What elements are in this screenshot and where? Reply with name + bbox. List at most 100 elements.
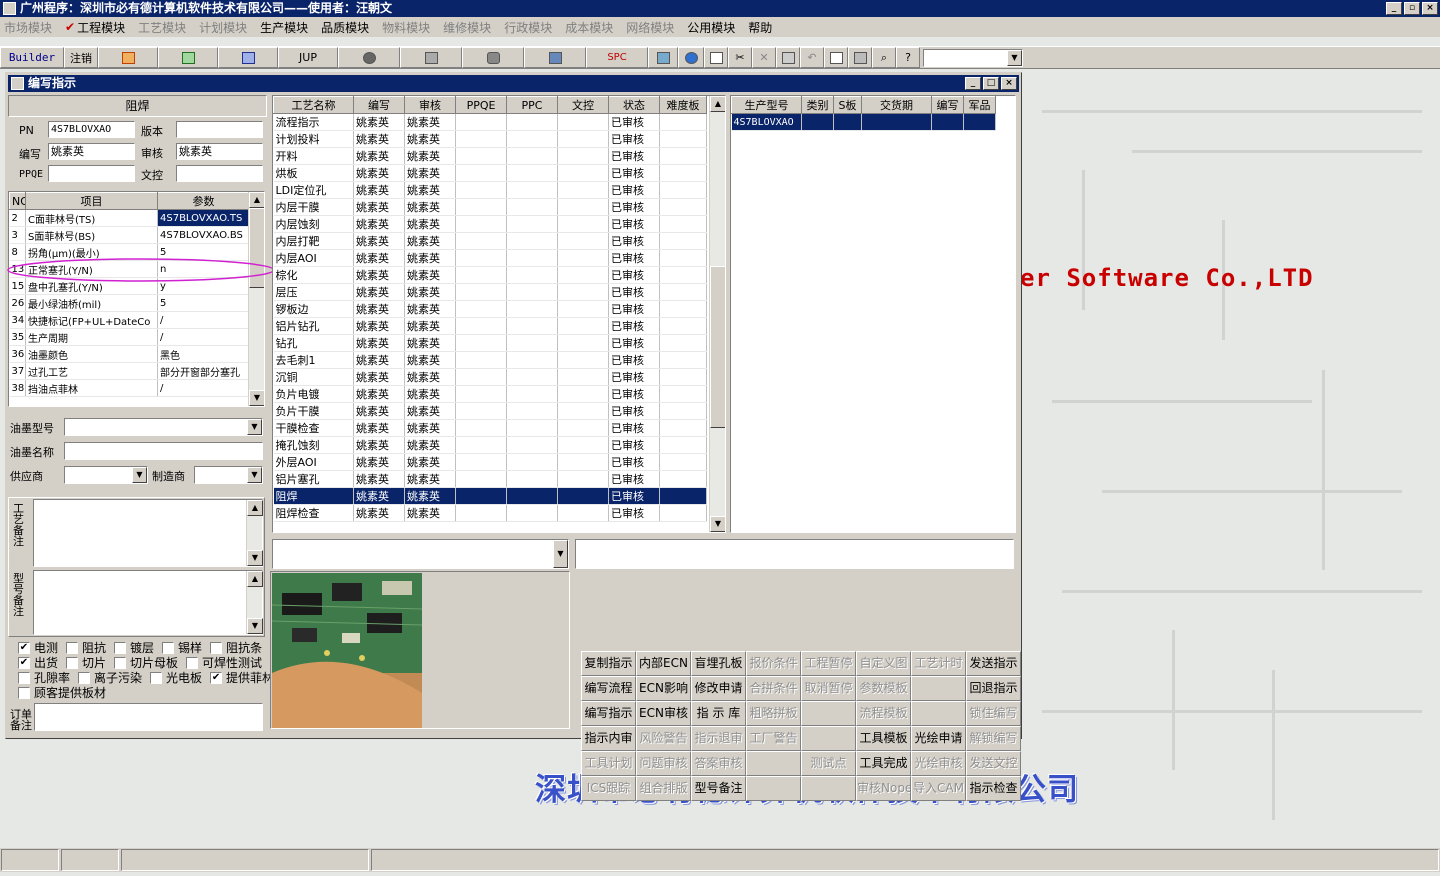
table-row[interactable]: 铝片钻孔 姚素英 姚素英 已审核 [273, 317, 707, 335]
table-row[interactable]: 棕化 姚素英 姚素英 已审核 [273, 266, 707, 284]
table-row[interactable]: 34 快捷标记(FP+UL+DateCo / [9, 311, 250, 329]
action-button[interactable]: 工具完成 [856, 751, 911, 776]
message-input[interactable] [575, 539, 1014, 569]
help-icon[interactable]: ? [896, 47, 920, 68]
table-row[interactable]: 阻焊检查 姚素英 姚素英 已审核 [273, 504, 707, 522]
action-button[interactable]: ECN审核 [636, 701, 691, 726]
table-row[interactable]: 去毛刺1 姚素英 姚素英 已审核 [273, 351, 707, 369]
version-field[interactable] [176, 121, 263, 138]
model-note-textarea[interactable]: ▲ ▼ [33, 570, 263, 635]
logout-button[interactable]: 注销 [64, 47, 98, 68]
menu-item[interactable]: 市场模块 [4, 19, 52, 36]
action-button[interactable]: 指示内审 [581, 726, 636, 751]
table-row[interactable]: 26 最小绿油桥(mil) 5 [9, 294, 250, 312]
table-row[interactable]: 锣板边 姚素英 姚素英 已审核 [273, 300, 707, 318]
column-header[interactable]: 编写 [353, 96, 405, 114]
menu-item[interactable]: 帮助 [748, 19, 772, 36]
checkbox[interactable]: ✔ [210, 671, 223, 684]
menu-item[interactable]: 品质模块 [321, 19, 369, 36]
print-icon[interactable] [848, 47, 872, 68]
column-header[interactable]: S板 [833, 96, 862, 114]
scroll-down-icon[interactable]: ▼ [710, 516, 725, 532]
table-row[interactable]: 3 S面菲林号(BS) 4S7BLOVXAO.BS [9, 226, 250, 244]
table-row[interactable]: 层压 姚素英 姚素英 已审核 [273, 283, 707, 301]
table-row[interactable]: 4S7BLOVXAO [731, 113, 996, 131]
checkbox[interactable] [18, 671, 30, 684]
table-row[interactable]: 内层蚀刻 姚素英 姚素英 已审核 [273, 215, 707, 233]
column-header[interactable]: 编写 [931, 96, 964, 114]
checkbox[interactable]: ✔ [18, 656, 30, 669]
ink-name-field[interactable] [64, 442, 263, 460]
process-table-scrollbar[interactable]: ▲ ▼ [709, 96, 725, 532]
table-row[interactable]: 内层打靶 姚素英 姚素英 已审核 [273, 232, 707, 250]
action-button[interactable]: 指 示 库 [691, 701, 746, 726]
dcc-field[interactable] [176, 165, 263, 182]
checkbox[interactable] [18, 686, 30, 699]
calculator-icon[interactable] [648, 47, 678, 68]
table-row[interactable]: 36 油墨颜色 黑色 [9, 345, 250, 363]
action-button[interactable]: 编写指示 [581, 701, 636, 726]
table-row[interactable]: 负片电镀 姚素英 姚素英 已审核 [273, 385, 707, 403]
process-note-textarea[interactable]: ▲ ▼ [33, 499, 263, 567]
action-button[interactable]: 内部ECN [636, 651, 691, 676]
window-close-button[interactable]: × [1001, 77, 1017, 90]
table-row[interactable]: 钻孔 姚素英 姚素英 已审核 [273, 334, 707, 352]
jup-button[interactable]: JUP [278, 47, 338, 68]
action-button[interactable]: 型号备注 [691, 776, 746, 801]
eye-icon[interactable] [338, 47, 400, 68]
table-row[interactable]: 38 挡油点菲林 / [9, 379, 250, 397]
action-button[interactable]: 光绘申请 [911, 726, 966, 751]
scroll-down-icon[interactable]: ▼ [247, 550, 263, 566]
menu-item[interactable]: 物料模块 [382, 19, 430, 36]
action-button[interactable]: 工具模板 [856, 726, 911, 751]
reviewer-field[interactable]: 姚素英 [176, 143, 263, 160]
note-combo[interactable]: ▼ [272, 539, 569, 569]
action-button[interactable]: 回退指示 [966, 676, 1021, 701]
menu-item[interactable]: 成本模块 [565, 19, 613, 36]
table-row[interactable]: 内层AOI 姚素英 姚素英 已审核 [273, 249, 707, 267]
app-minimize-button[interactable]: _ [1386, 2, 1402, 15]
scroll-thumb[interactable] [710, 266, 725, 428]
param-table-scrollbar[interactable]: ▲ ▼ [248, 192, 264, 406]
scroll-down-icon[interactable]: ▼ [249, 390, 264, 406]
action-button[interactable]: 指示检查 [966, 776, 1021, 801]
checkbox[interactable] [150, 671, 163, 684]
menu-item[interactable]: 工艺模块 [138, 19, 186, 36]
chevron-down-icon[interactable]: ▼ [247, 419, 262, 435]
action-button[interactable]: 编写流程 [581, 676, 636, 701]
chevron-down-icon[interactable]: ▼ [553, 540, 568, 568]
table-row[interactable]: 沉铜 姚素英 姚素英 已审核 [273, 368, 707, 386]
scroll-up-icon[interactable]: ▲ [710, 96, 725, 112]
spc-button[interactable]: SPC [586, 47, 648, 68]
builder-button[interactable]: Builder [0, 47, 64, 68]
table-row[interactable]: 2 C面菲林号(TS) 4S7BLOVXAO.TS [9, 209, 250, 227]
table-row[interactable]: 内层干膜 姚素英 姚素英 已审核 [273, 198, 707, 216]
table-row[interactable]: 开料 姚素英 姚素英 已审核 [273, 147, 707, 165]
scroll-up-icon[interactable]: ▲ [249, 192, 264, 208]
column-header[interactable]: 参数 [157, 192, 250, 210]
app-close-button[interactable]: × [1422, 2, 1438, 15]
table-row[interactable]: 烘板 姚素英 姚素英 已审核 [273, 164, 707, 182]
column-header[interactable]: NO [9, 192, 26, 210]
undo-icon[interactable]: ↶ [800, 47, 824, 68]
column-header[interactable]: 工艺名称 [273, 96, 354, 114]
table-row[interactable]: 37 过孔工艺 部分开窗部分塞孔 [9, 362, 250, 380]
ppqe-field[interactable] [48, 165, 135, 182]
column-header[interactable]: 交货期 [861, 96, 932, 114]
menu-item[interactable]: 行政模块 [504, 19, 552, 36]
column-header[interactable]: 类别 [801, 96, 834, 114]
app-restore-button[interactable]: ▫ [1404, 2, 1420, 15]
window-minimize-button[interactable]: _ [965, 77, 981, 90]
table-row[interactable]: 负片干膜 姚素英 姚素英 已审核 [273, 402, 707, 420]
menu-item[interactable]: 公用模块 [687, 19, 735, 36]
column-header[interactable]: 难度板 [659, 96, 707, 114]
action-button[interactable]: 发送指示 [966, 651, 1021, 676]
ink-model-combo[interactable]: ▼ [64, 418, 263, 436]
table-row[interactable]: 35 生产周期 / [9, 328, 250, 346]
column-header[interactable]: 项目 [25, 192, 158, 210]
column-header[interactable]: 文控 [557, 96, 609, 114]
table-row[interactable]: 阻焊 姚素英 姚素英 已审核 [273, 487, 707, 505]
checkbox[interactable] [210, 641, 223, 654]
powerpoint-icon[interactable] [98, 47, 158, 68]
chevron-down-icon[interactable]: ▼ [1007, 49, 1022, 66]
